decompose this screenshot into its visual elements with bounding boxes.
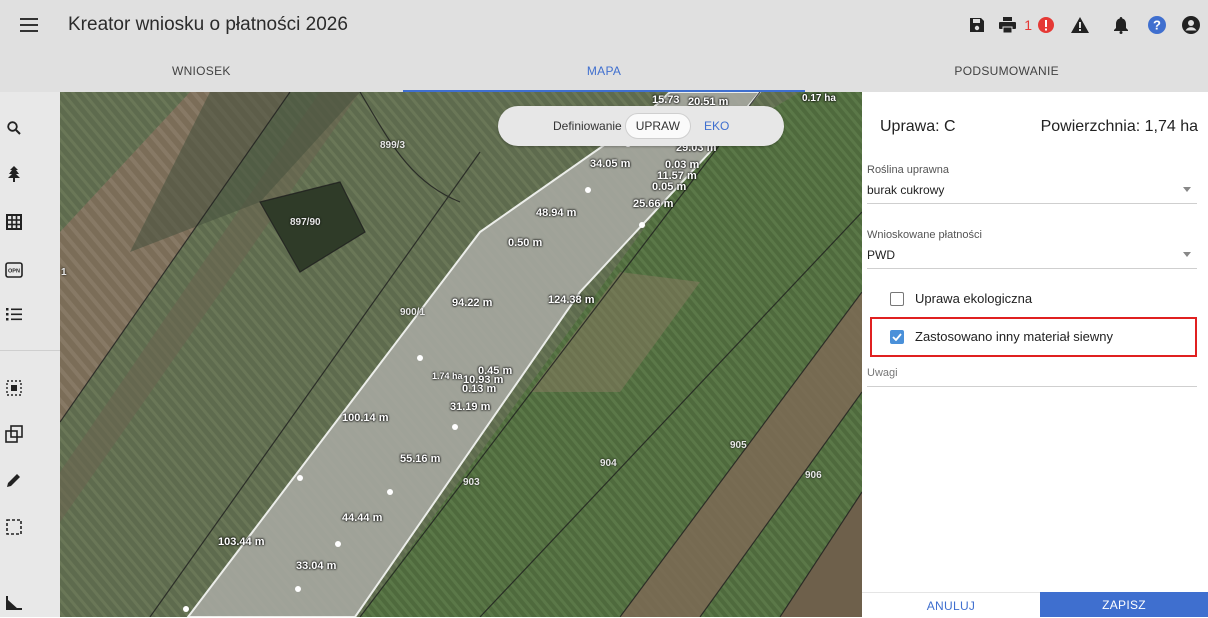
parcel-label: 897/90 [290, 217, 321, 228]
measurement-label: 31.19 m [450, 401, 491, 413]
app-bar: Kreator wniosku o płatności 2026 1 ? [0, 0, 1208, 50]
search-icon[interactable] [0, 114, 28, 142]
print-icon[interactable] [992, 0, 1022, 50]
copy-shape-icon[interactable] [0, 420, 28, 448]
cancel-button[interactable]: ANULUJ [862, 592, 1040, 618]
menu-button[interactable] [0, 0, 58, 50]
measurement-label: 44.44 m [342, 512, 383, 524]
area-value: Powierzchnia: 1,74 ha [1040, 118, 1198, 135]
parcel-label: 903 [463, 477, 480, 488]
measure-icon[interactable] [0, 589, 28, 617]
eco-label: Uprawa ekologiczna [915, 291, 1033, 306]
tree-icon[interactable] [0, 160, 28, 188]
warning-icon[interactable] [1058, 0, 1102, 50]
measurement-label: 25.66 m [633, 198, 674, 210]
parcel-label: 906 [805, 470, 822, 481]
measurement-label: 33.04 m [296, 560, 337, 572]
measurement-label: 0.13 m [462, 383, 497, 395]
measurement-label: 94.22 m [452, 297, 493, 309]
select-object-icon[interactable] [0, 374, 28, 402]
measurement-label: 34.05 m [590, 158, 631, 170]
tab-podsumowanie[interactable]: PODSUMOWANIE [805, 50, 1208, 92]
payments-select[interactable]: Wnioskowane płatności PWD [867, 229, 1197, 269]
definition-mode-toggle: Definiowanie UPRAW EKO [498, 106, 784, 146]
notes-field[interactable]: Uwagi [867, 367, 1197, 387]
toggle-option-upraw[interactable]: UPRAW [624, 113, 691, 139]
eco-checkbox-row[interactable]: Uprawa ekologiczna [890, 291, 1032, 306]
eco-checkbox[interactable] [890, 291, 904, 306]
parcel-label: 905 [730, 440, 747, 451]
pencil-icon[interactable] [0, 466, 28, 494]
dropdown-arrow-icon [1183, 187, 1191, 192]
crop-title: Uprawa: C [880, 118, 956, 135]
toggle-label: Definiowanie [553, 119, 622, 133]
toolbar-divider [0, 350, 60, 351]
satellite-imagery [60, 92, 862, 617]
measurement-label: 100.14 m [342, 412, 389, 424]
svg-text:OPN: OPN [8, 269, 20, 275]
tab-mapa[interactable]: MAPA [402, 50, 806, 92]
plant-label: Roślina uprawna [867, 164, 949, 176]
account-icon[interactable] [1174, 0, 1208, 50]
measurement-label: 0.17 ha [802, 93, 836, 104]
menu-icon [20, 18, 38, 32]
measurement-label: 0.45 m [478, 365, 513, 377]
measurement-label: 103.44 m [218, 536, 265, 548]
parcel-label: 904 [600, 458, 617, 469]
tab-bar: WNIOSEK MAPA PODSUMOWANIE [0, 50, 1208, 92]
list-icon[interactable] [0, 300, 28, 328]
payments-value: PWD [867, 248, 895, 262]
payments-label: Wnioskowane płatności [867, 229, 982, 241]
grid-icon[interactable] [0, 208, 28, 236]
parcel-label: 900/1 [400, 307, 426, 318]
error-icon[interactable] [1034, 0, 1058, 50]
highlight-box [870, 317, 1197, 357]
bell-icon[interactable] [1102, 0, 1140, 50]
measurement-label: 0.50 m [508, 237, 543, 249]
help-icon[interactable]: ? [1140, 0, 1174, 50]
map-toolbar: OPN [0, 92, 60, 617]
app-title: Kreator wniosku o płatności 2026 [68, 14, 348, 35]
opn-icon[interactable]: OPN [0, 256, 28, 284]
svg-text:?: ? [1153, 18, 1161, 33]
measurement-label: 0.05 m [652, 181, 687, 193]
parcel-label: 899/3 [380, 140, 406, 151]
measurement-label: 15.73 [652, 94, 680, 106]
plant-select[interactable]: Roślina uprawna burak cukrowy [867, 164, 1197, 204]
toggle-option-eko[interactable]: EKO [694, 114, 739, 138]
map-view[interactable]: 899/3 897/90 900/1 903 904 905 906 1 15.… [60, 92, 862, 617]
tab-wniosek[interactable]: WNIOSEK [0, 50, 403, 92]
measurement-label: 124.38 m [548, 294, 595, 306]
plant-value: burak cukrowy [867, 183, 945, 197]
parcel-label: 1 [61, 267, 67, 278]
save-button[interactable]: ZAPISZ [1040, 592, 1208, 617]
area-label: 1.74 ha [432, 371, 463, 381]
selection-box-icon[interactable] [0, 513, 28, 541]
error-count: 1 [1024, 17, 1032, 33]
dropdown-arrow-icon [1183, 252, 1191, 257]
measurement-label: 55.16 m [400, 453, 441, 465]
measurement-label: 48.94 m [536, 207, 577, 219]
save-icon[interactable] [962, 0, 992, 50]
